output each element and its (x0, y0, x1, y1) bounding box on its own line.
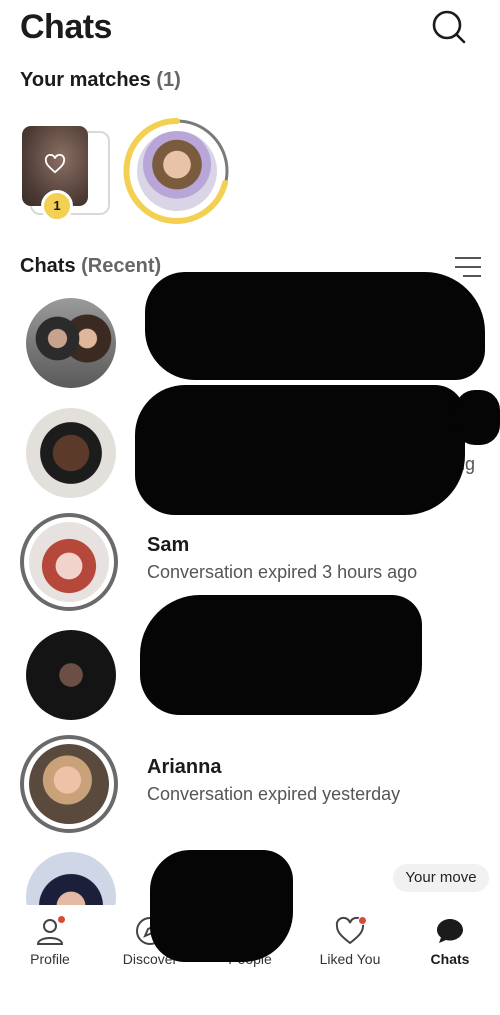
redaction (150, 850, 293, 962)
nav-liked-you[interactable]: Liked You (300, 915, 400, 967)
notification-dot (358, 916, 367, 925)
matches-label: Your matches (20, 69, 151, 91)
avatar (29, 522, 109, 602)
redaction (140, 595, 422, 715)
nav-chats[interactable]: Chats (400, 915, 500, 967)
filter-lines-icon (455, 257, 481, 277)
chat-name: Arianna (147, 756, 222, 778)
heart-icon (44, 154, 66, 174)
person-icon (34, 915, 66, 947)
avatar (29, 744, 109, 824)
redaction (455, 390, 500, 445)
filter-button[interactable] (453, 255, 483, 279)
notification-dot (57, 915, 66, 924)
redaction (145, 272, 485, 380)
header: Chats (0, 0, 500, 60)
your-move-badge: Your move (393, 864, 489, 892)
chat-row[interactable]: Arianna Conversation expired yesterday (0, 732, 500, 842)
page-title: Chats (20, 8, 112, 46)
match-avatar[interactable] (137, 131, 217, 211)
redaction (135, 385, 465, 515)
chat-message: Conversation expired 3 hours ago (147, 562, 418, 582)
nav-label: Profile (30, 951, 70, 967)
match-count-badge: 1 (41, 190, 73, 222)
chat-bubble-icon (434, 915, 466, 947)
nav-label: Chats (430, 951, 470, 967)
chat-message: Conversation expired yesterday (147, 784, 401, 804)
nav-profile[interactable]: Profile (0, 915, 100, 967)
avatar (26, 852, 116, 905)
avatar-ring (20, 513, 118, 611)
chat-name: Sam (147, 534, 190, 556)
chats-sublabel: (Recent) (81, 255, 162, 277)
nav-label: Liked You (319, 951, 381, 967)
search-button[interactable] (430, 8, 468, 46)
search-icon (432, 10, 466, 44)
matches-heading: Your matches (1) (20, 69, 181, 92)
avatar (26, 298, 116, 388)
chats-label: Chats (20, 255, 76, 277)
avatar (26, 408, 116, 498)
avatar (26, 630, 116, 720)
avatar-ring (20, 735, 118, 833)
heart-icon (334, 915, 367, 947)
chats-heading: Chats (Recent) (20, 255, 161, 278)
matches-count: (1) (156, 69, 181, 91)
